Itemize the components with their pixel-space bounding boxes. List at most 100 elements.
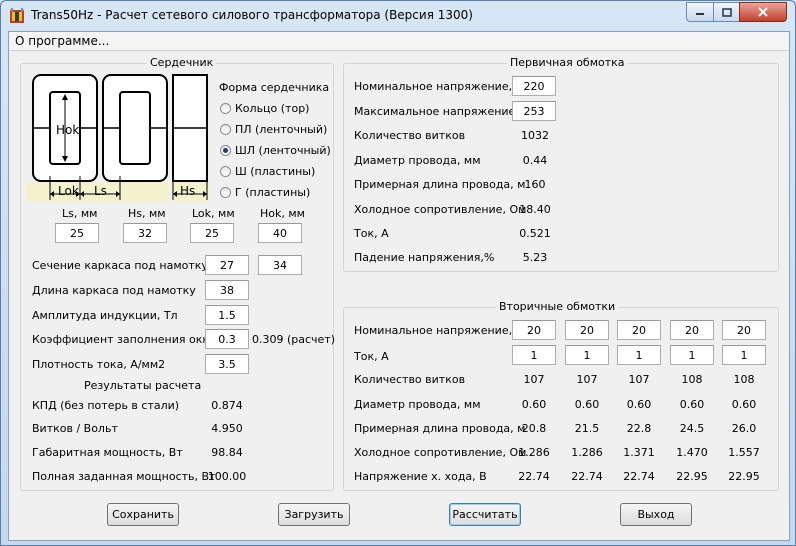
primary-max-input[interactable] [512,101,556,121]
result-label: КПД (без потерь в стали) [32,399,180,412]
secondary-row-value: 22.95 [676,470,708,483]
secondary-nominal-input[interactable] [670,320,714,340]
diagram-label-ls: Ls [94,184,107,198]
secondary-row-value: 26.0 [731,422,757,435]
primary-row-label: Холодное сопротивление, Ом [354,203,527,216]
secondary-nominal-input[interactable] [565,320,609,340]
primary-row-value: 5.23 [522,251,548,264]
primary-row-label: Диаметр провода, мм [354,154,481,167]
secondary-current-input[interactable] [565,345,609,365]
core-group-title: Сердечник [147,56,217,69]
title-bar[interactable]: Trans50Hz - Расчет сетевого силового тра… [1,1,795,31]
maximize-button[interactable] [713,2,740,22]
fill-factor-input[interactable] [205,329,249,349]
length-label: Длина каркаса под намотку [32,284,196,297]
core-shape-label: ШЛ (ленточный) [235,144,331,157]
core-shape-option[interactable]: ПЛ (ленточный) [220,123,327,136]
secondary-row-value: 22.95 [728,470,760,483]
radio-button-selected[interactable] [220,145,231,156]
primary-group-title: Первичная обмотка [507,56,628,69]
result-label: Полная заданная мощность, Вт [32,470,216,483]
secondary-current-input[interactable] [722,345,766,365]
core-shape-label: Кольцо (тор) [235,102,310,115]
secondary-row-value: 1.371 [623,446,655,459]
primary-row-label: Количество витков [354,129,466,142]
dim-lok-input[interactable] [190,223,234,243]
exit-button[interactable]: Выход [620,503,692,526]
dim-hs-input[interactable] [123,223,167,243]
dim-hok-input[interactable] [258,223,302,243]
length-input[interactable] [205,280,249,300]
secondary-row-label: Количество витков [354,373,466,386]
section-label: Сечение каркаса под намотку [32,259,208,272]
primary-row-label: Ток, А [354,227,389,240]
core-shape-option[interactable]: Г (пластины) [220,186,310,199]
primary-row-value: 160 [524,178,546,191]
dim-hok-label: Hok, мм [260,207,305,220]
result-value: 0.874 [211,399,243,412]
secondary-row-value: 0.60 [574,398,600,411]
client-area: О программе... Сердечник Hok Lok Ls Hs Ф… [8,31,790,541]
secondary-row-label: Примерная длина провода, м [354,422,526,435]
close-icon [758,7,768,17]
core-shape-label: Г (пластины) [235,186,311,199]
save-button[interactable]: Сохранить [107,503,179,526]
secondary-row-value: 108 [681,373,703,386]
app-window: Trans50Hz - Расчет сетевого силового тра… [0,0,796,546]
dim-ls-input[interactable] [55,223,99,243]
result-value: 100.00 [207,470,247,483]
induction-input[interactable] [205,305,249,325]
app-icon [10,8,24,23]
core-shape-label: ПЛ (ленточный) [235,123,328,136]
section-a-input[interactable] [205,255,249,275]
radio-button[interactable] [220,103,231,114]
secondary-nominal-input[interactable] [512,320,556,340]
load-button[interactable]: Загрузить [278,503,350,526]
minimize-button[interactable] [686,2,714,22]
fill-factor-calc: 0.309 (расчет) [252,333,336,346]
core-shape-option[interactable]: Ш (пластины) [220,165,315,178]
core-shape-option[interactable]: ШЛ (ленточный) [220,144,331,157]
secondary-group-title: Вторичные обмотки [496,300,619,313]
section-b-input[interactable] [258,255,302,275]
secondary-row-value: 107 [628,373,650,386]
secondary-current-input[interactable] [512,345,556,365]
results-title: Результаты расчета [84,379,202,392]
secondary-row-label: Диаметр провода, мм [354,398,481,411]
radio-button[interactable] [220,124,231,135]
dim-lok-label: Lok, мм [192,207,235,220]
secondary-row-value: 21.5 [574,422,600,435]
secondary-row-value: 1.286 [518,446,550,459]
core-diagram [26,72,214,202]
radio-button[interactable] [220,187,231,198]
core-shape-option[interactable]: Кольцо (тор) [220,102,309,115]
primary-nominal-input[interactable] [512,76,556,96]
primary-row-value: 0.521 [519,227,551,240]
core-shape-title: Форма сердечника [219,81,330,94]
close-button[interactable] [739,2,787,22]
menu-about[interactable]: О программе... [15,34,109,48]
current-density-input[interactable] [205,354,249,374]
dim-ls-label: Ls, мм [62,207,98,220]
secondary-current-input[interactable] [617,345,661,365]
minimize-icon [696,13,704,15]
dim-hs-label: Hs, мм [128,207,166,220]
secondary-row-value: 1.557 [728,446,760,459]
secondary-row-value: 0.60 [626,398,652,411]
primary-row-value: 18.40 [519,203,551,216]
secondary-row-value: 0.60 [679,398,705,411]
maximize-icon [721,7,732,17]
secondary-row-label: Холодное сопротивление, Ом [354,446,527,459]
calculate-button[interactable]: Рассчитать [449,503,521,526]
fill-factor-label: Коэффициент заполнения окна [32,333,217,346]
secondary-nominal-input[interactable] [722,320,766,340]
primary-row-label: Падение напряжения,% [354,251,495,264]
secondary-row-value: 20.8 [521,422,547,435]
secondary-row-value: 1.286 [571,446,603,459]
secondary-row-value: 0.60 [731,398,757,411]
radio-button[interactable] [220,166,231,177]
secondary-row-value: 22.74 [571,470,603,483]
secondary-nominal-input[interactable] [617,320,661,340]
menu-bar: О программе... [9,32,789,51]
secondary-current-input[interactable] [670,345,714,365]
